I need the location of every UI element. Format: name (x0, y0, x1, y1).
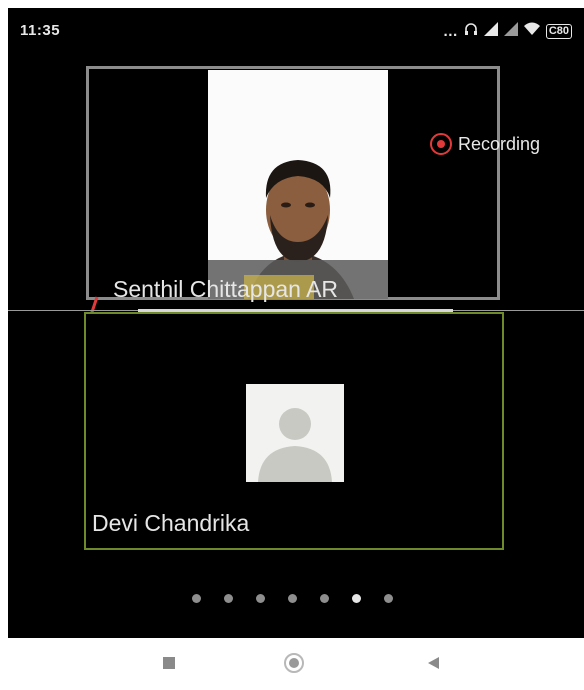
home-icon[interactable] (279, 648, 309, 678)
video-tile-devi[interactable]: Devi Chandrika (84, 312, 504, 550)
battery-icon: C80 (545, 23, 572, 39)
page-dot[interactable] (192, 594, 201, 603)
recent-apps-icon[interactable] (154, 648, 184, 678)
recording-indicator: Recording (430, 133, 540, 155)
headphones-icon (464, 22, 478, 40)
participant-name: Senthil Chittappan AR (113, 276, 339, 302)
recording-icon (430, 133, 452, 155)
page-dot[interactable] (352, 594, 361, 603)
page-dot[interactable] (256, 594, 265, 603)
page-indicator[interactable] (192, 594, 393, 603)
page-dot[interactable] (384, 594, 393, 603)
dots-icon: … (442, 22, 458, 40)
recording-label: Recording (458, 133, 541, 154)
status-time: 11:35 (20, 22, 61, 39)
wifi-icon (523, 22, 540, 40)
back-icon[interactable] (419, 648, 449, 678)
avatar-placeholder-icon (246, 384, 344, 482)
meeting-screen: 11:35 … C80 Senthil Chittappan AR Record… (8, 8, 584, 638)
page-dot[interactable] (320, 594, 329, 603)
battery-label: C80 (548, 24, 569, 37)
android-nav-bar (0, 638, 584, 690)
signal-icon (483, 22, 498, 40)
page-dot[interactable] (288, 594, 297, 603)
video-tile-senthil[interactable]: Senthil Chittappan AR (86, 66, 500, 316)
status-icons: … C80 (443, 22, 572, 40)
signal-icon-2 (503, 22, 518, 40)
status-bar: 11:35 … C80 (8, 8, 584, 54)
video-feed (208, 70, 388, 299)
page-dot[interactable] (224, 594, 233, 603)
participant-name: Devi Chandrika (92, 510, 250, 536)
participant-video-image (208, 70, 388, 299)
